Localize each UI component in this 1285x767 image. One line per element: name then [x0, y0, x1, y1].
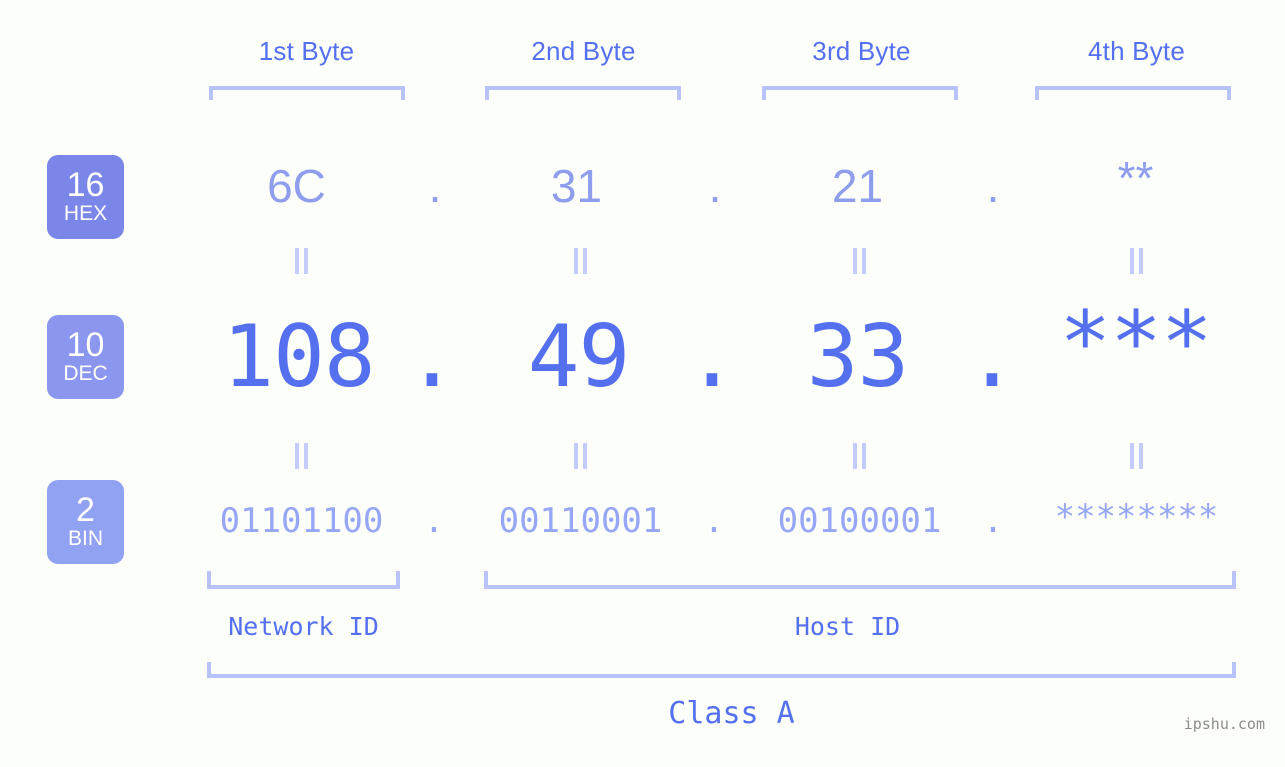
equals-connector-dec-bin-2: [567, 441, 593, 471]
class-bracket: [207, 662, 1236, 678]
equals-connector-hex-dec-2: [567, 246, 593, 276]
hex-byte-value-4: **: [1117, 152, 1154, 204]
byte-header-4: 4th Byte: [1088, 36, 1185, 66]
class-label: Class A: [668, 696, 795, 731]
hex-separator-3: .: [986, 160, 1000, 212]
byte-bracket-top-4: [1035, 86, 1231, 100]
base-badge-bin-number: 2: [76, 491, 95, 529]
dec-byte-value-1: 108: [222, 307, 375, 407]
base-badge-hex: 16 HEX: [47, 155, 124, 239]
hex-separator-1: .: [428, 160, 442, 212]
byte-bracket-top-3: [762, 86, 958, 100]
bin-separator-3: .: [982, 501, 1004, 541]
dec-separator-3: .: [966, 307, 1018, 407]
base-badge-bin-name: BIN: [67, 527, 103, 550]
equals-connector-hex-dec-1: [288, 246, 314, 276]
dec-separator-1: .: [406, 307, 458, 407]
byte-bracket-top-1: [209, 86, 405, 100]
base-badge-bin: 2 BIN: [47, 480, 124, 564]
base-badge-hex-number: 16: [66, 166, 105, 204]
site-watermark: ipshu.com: [1183, 715, 1265, 733]
bin-byte-value-3: 00100001: [777, 501, 942, 541]
bin-separator-2: .: [703, 501, 725, 541]
network-id-label: Network ID: [228, 612, 379, 641]
hex-byte-value-1: 6C: [267, 160, 326, 212]
byte-header-2: 2nd Byte: [531, 36, 636, 66]
base-badge-dec: 10 DEC: [47, 315, 124, 399]
dec-byte-value-2: 49: [527, 307, 631, 407]
hex-separator-2: .: [708, 160, 722, 212]
equals-connector-dec-bin-4: [1123, 441, 1149, 471]
host-id-label: Host ID: [794, 612, 901, 641]
equals-connector-dec-bin-1: [288, 441, 314, 471]
bin-byte-value-4: ********: [1054, 497, 1219, 537]
host-id-bracket: [484, 571, 1236, 589]
equals-connector-hex-dec-4: [1123, 246, 1149, 276]
dec-separator-2: .: [686, 307, 738, 407]
ip-address-breakdown-diagram: 1st Byte 2nd Byte 3rd Byte 4th Byte 16 H…: [0, 0, 1285, 767]
bin-byte-value-2: 00110001: [498, 501, 663, 541]
bin-separator-1: .: [423, 501, 445, 541]
equals-connector-dec-bin-3: [846, 441, 872, 471]
byte-header-3: 3rd Byte: [812, 36, 911, 66]
dec-byte-value-4: ***: [1059, 293, 1212, 393]
network-id-bracket: [207, 571, 400, 589]
base-badge-dec-name: DEC: [63, 362, 108, 385]
hex-byte-value-2: 31: [550, 160, 603, 212]
dec-byte-value-3: 33: [806, 307, 910, 407]
base-badge-hex-name: HEX: [63, 202, 108, 225]
base-badge-dec-number: 10: [66, 326, 105, 364]
hex-byte-value-3: 21: [831, 160, 884, 212]
bin-byte-value-1: 01101100: [219, 501, 384, 541]
byte-bracket-top-2: [485, 86, 681, 100]
equals-connector-hex-dec-3: [846, 246, 872, 276]
byte-header-1: 1st Byte: [258, 36, 355, 66]
